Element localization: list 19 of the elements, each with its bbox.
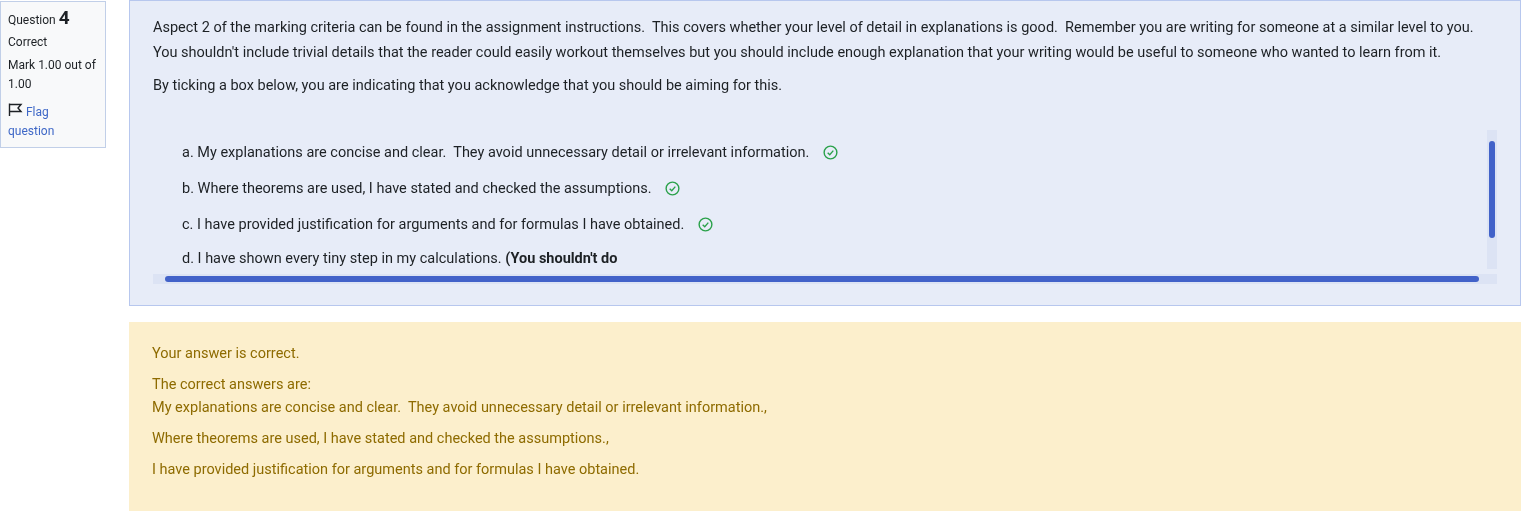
question-status: Correct: [8, 34, 49, 51]
correct-answer: My explanations are concise and clear. They avoid unnecessary detail or irrelevant information.,: [152, 398, 768, 418]
question-mark: Mark 1.00 out of 1.00: [8, 57, 97, 93]
vertical-scrollbar[interactable]: [1487, 130, 1497, 269]
answer-option: d. I have shown every tiny step in my calculations. (You shouldn't do: [182, 249, 618, 267]
flag-icon: [8, 103, 23, 116]
feedback-result: Your answer is correct.: [152, 344, 301, 364]
horizontal-scrollbar[interactable]: [153, 274, 1497, 284]
answer-option: c. I have provided justification for arguments and for formulas I have obtained.: [182, 215, 685, 233]
question-number: 4: [58, 8, 70, 27]
feedback-heading: The correct answers are:: [152, 375, 312, 395]
question-text: By ticking a box below, you are indicating that you acknowledge that you should be aiming for this.: [153, 76, 784, 96]
question-text: Aspect 2 of the marking criteria can be found in the assignment instructions. This covers whether your level of detail in explanations is good. Remember you are writing for someone at a similar level to you. You shouldn't include trivial details that the reader could easily workout themselves but you should include enough explanation that your writing would be useful to someone who wanted to learn from it.: [153, 18, 1475, 63]
flag-question-link[interactable]: Flag question: [8, 99, 98, 141]
answer-option: b. Where theorems are used, I have stated and checked the assumptions.: [182, 179, 652, 197]
correct-answer: I have provided justification for arguments and for formulas I have obtained.: [152, 460, 641, 480]
correct-answer: Where theorems are used, I have stated and checked the assumptions.,: [152, 429, 610, 449]
answer-option: a. My explanations are concise and clear. They avoid unnecessary detail or irrelevant information.: [182, 143, 810, 161]
question-label: Question: [8, 12, 56, 29]
